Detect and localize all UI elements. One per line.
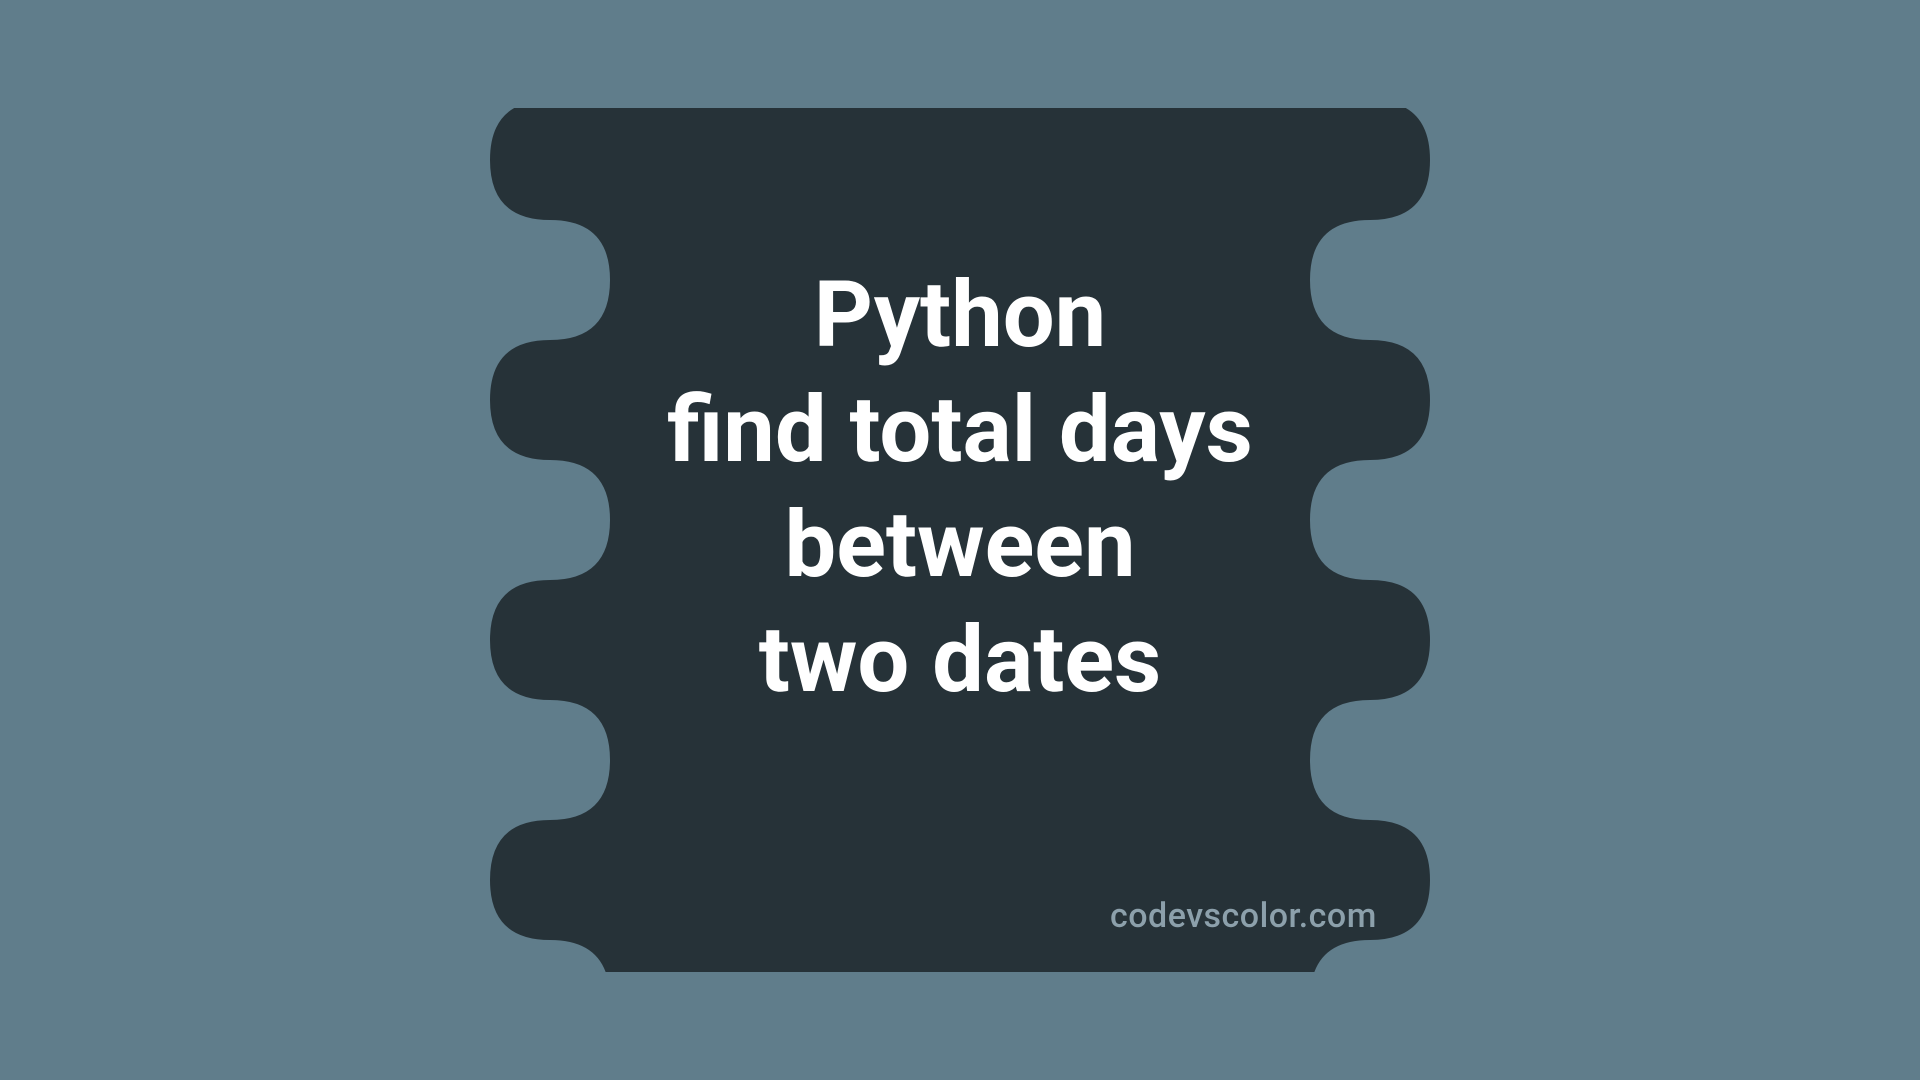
banner-canvas: Python find total days between two dates…: [192, 108, 1728, 972]
title-line-4: two dates: [667, 603, 1253, 718]
title-line-1: Python: [667, 258, 1253, 373]
banner-title: Python find total days between two dates: [667, 258, 1253, 718]
title-line-2: find total days: [667, 373, 1253, 488]
title-line-3: between: [667, 488, 1253, 603]
watermark-text: codevscolor.com: [1110, 896, 1377, 936]
